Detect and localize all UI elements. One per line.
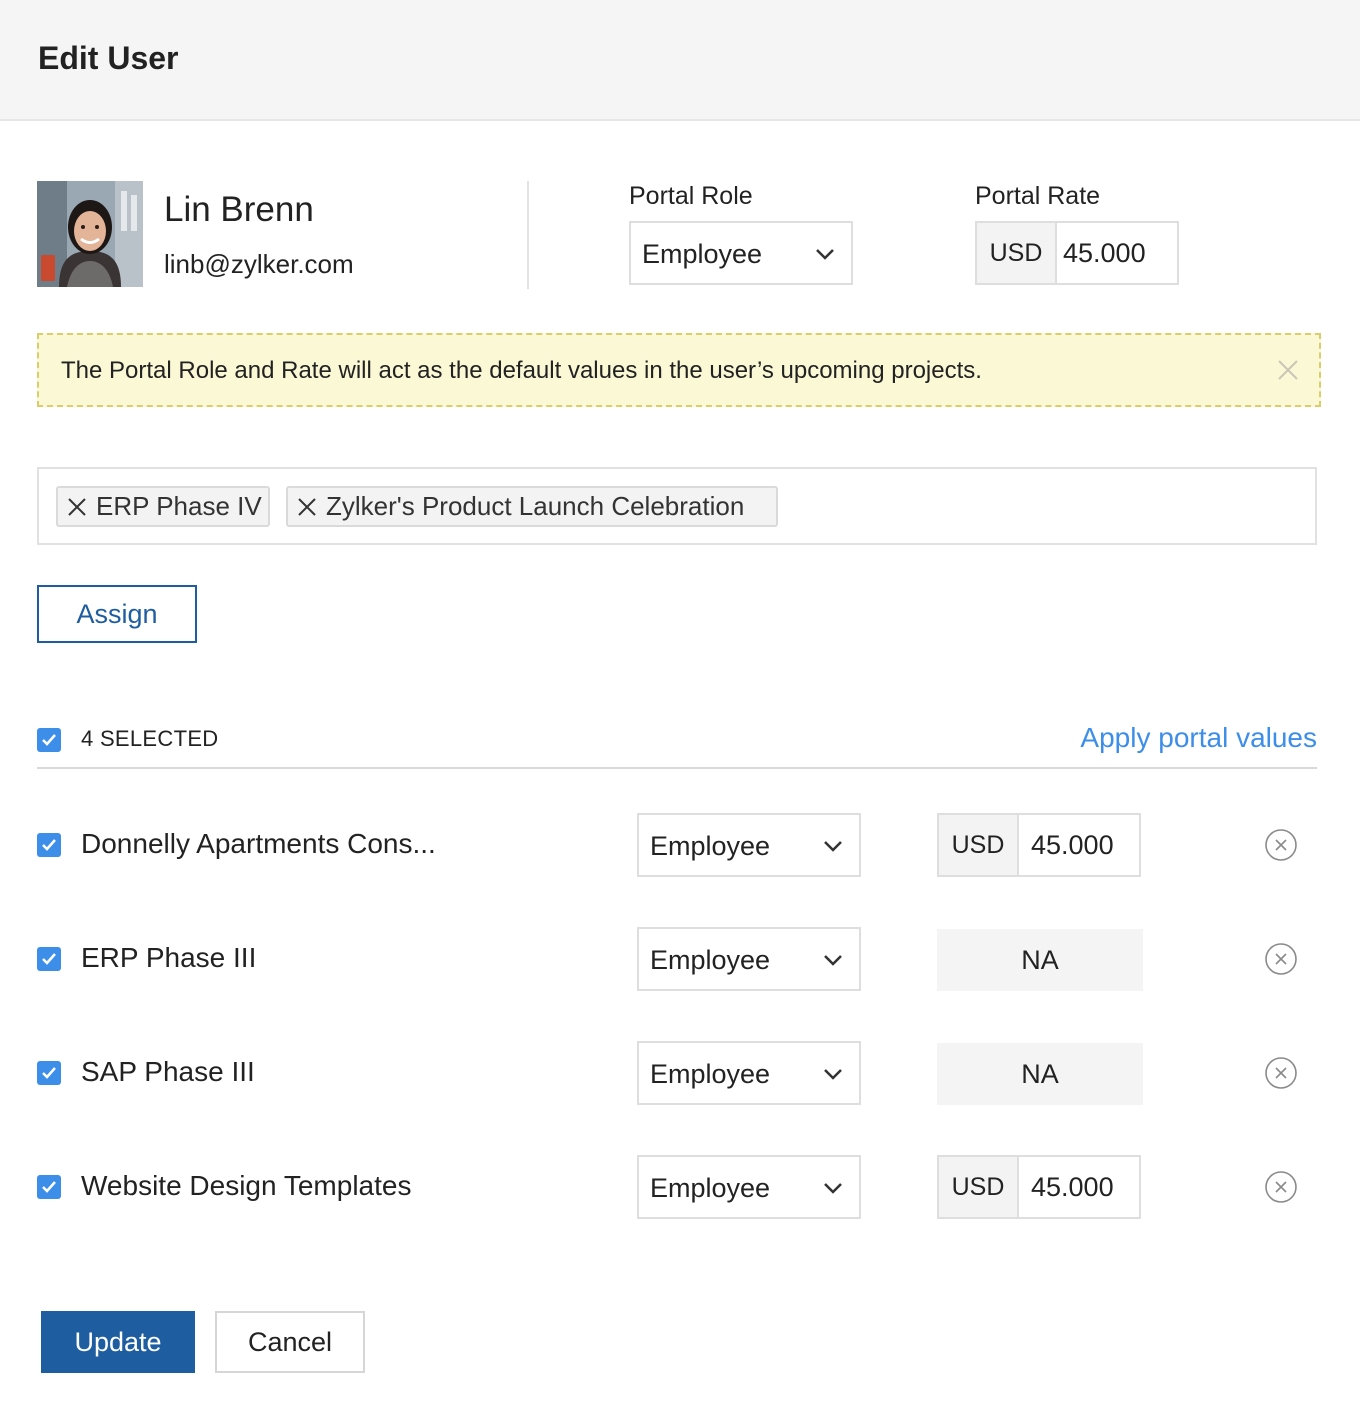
checkmark-icon <box>42 1067 56 1079</box>
project-role-value: Employee <box>650 1173 771 1203</box>
remove-row-icon[interactable] <box>1264 942 1298 976</box>
user-photo <box>37 181 143 287</box>
project-role-select[interactable]: Employee <box>637 927 861 991</box>
list-divider <box>37 767 1317 769</box>
project-rate-currency: USD <box>939 815 1019 875</box>
portal-role-value: Employee <box>642 239 763 269</box>
project-tag: ERP Phase IV <box>56 486 270 527</box>
project-role-value: Employee <box>650 831 771 861</box>
row-checkbox[interactable] <box>37 833 61 857</box>
assign-button[interactable]: Assign <box>37 585 197 643</box>
chevron-down-icon <box>824 955 842 966</box>
portal-rate-currency: USD <box>977 223 1057 283</box>
project-rate-na: NA <box>937 929 1143 991</box>
remove-tag-icon[interactable] <box>67 497 87 517</box>
user-name: Lin Brenn <box>164 190 314 229</box>
remove-tag-icon[interactable] <box>297 497 317 517</box>
checkmark-icon <box>42 839 56 851</box>
remove-row-icon[interactable] <box>1264 1056 1298 1090</box>
project-role-value: Employee <box>650 945 771 975</box>
chevron-down-icon <box>824 841 842 852</box>
project-rate-na: NA <box>937 1043 1143 1105</box>
update-button[interactable]: Update <box>41 1311 195 1373</box>
checkmark-icon <box>42 953 56 965</box>
tag-label: Zylker's Product Launch Celebration <box>326 491 745 521</box>
cancel-button[interactable]: Cancel <box>215 1311 365 1373</box>
project-name: Website Design Templates <box>81 1170 412 1201</box>
project-role-select[interactable]: Employee <box>637 1041 861 1105</box>
project-name: ERP Phase III <box>81 942 257 973</box>
row-checkbox[interactable] <box>37 947 61 971</box>
project-rate-field[interactable]: USD 45.000 <box>937 1155 1141 1219</box>
remove-row-icon[interactable] <box>1264 828 1298 862</box>
project-role-select[interactable]: Employee <box>637 1155 861 1219</box>
project-rate-currency: USD <box>939 1157 1019 1217</box>
avatar <box>37 181 143 287</box>
row-checkbox[interactable] <box>37 1061 61 1085</box>
portal-rate-field[interactable]: USD 45.000 <box>975 221 1179 285</box>
tag-label: ERP Phase IV <box>96 491 262 521</box>
portal-role-label: Portal Role <box>629 182 753 210</box>
apply-portal-values-link[interactable]: Apply portal values <box>1080 722 1317 754</box>
project-tag: Zylker's Product Launch Celebration <box>286 486 778 527</box>
project-rate-field[interactable]: USD 45.000 <box>937 813 1141 877</box>
project-tag-input[interactable]: ERP Phase IV Zylker's Product Launch Cel… <box>37 467 1317 545</box>
checkmark-icon <box>42 734 56 746</box>
notice-message: The Portal Role and Rate will act as the… <box>61 357 982 384</box>
project-role-select[interactable]: Employee <box>637 813 861 877</box>
dialog-header: Edit User <box>0 0 1360 121</box>
vertical-divider <box>527 181 529 289</box>
portal-rate-amount[interactable]: 45.000 <box>1063 223 1146 283</box>
portal-role-select[interactable]: Employee <box>629 221 853 285</box>
chevron-down-icon <box>824 1069 842 1080</box>
portal-rate-label: Portal Rate <box>975 182 1101 210</box>
project-rate-amount[interactable]: 45.000 <box>1031 815 1114 875</box>
row-checkbox[interactable] <box>37 1175 61 1199</box>
selected-count: 4 SELECTED <box>81 726 219 751</box>
close-icon[interactable] <box>1277 359 1299 381</box>
info-notice: The Portal Role and Rate will act as the… <box>37 333 1321 407</box>
project-role-value: Employee <box>650 1059 771 1089</box>
checkmark-icon <box>42 1181 56 1193</box>
page-title: Edit User <box>38 40 179 76</box>
select-all-checkbox[interactable] <box>37 728 61 752</box>
chevron-down-icon <box>816 249 834 260</box>
project-rate-amount[interactable]: 45.000 <box>1031 1157 1114 1217</box>
project-name: SAP Phase III <box>81 1056 255 1087</box>
chevron-down-icon <box>824 1183 842 1194</box>
project-name: Donnelly Apartments Cons... <box>81 828 436 859</box>
remove-row-icon[interactable] <box>1264 1170 1298 1204</box>
user-email: linb@zylker.com <box>164 249 354 279</box>
